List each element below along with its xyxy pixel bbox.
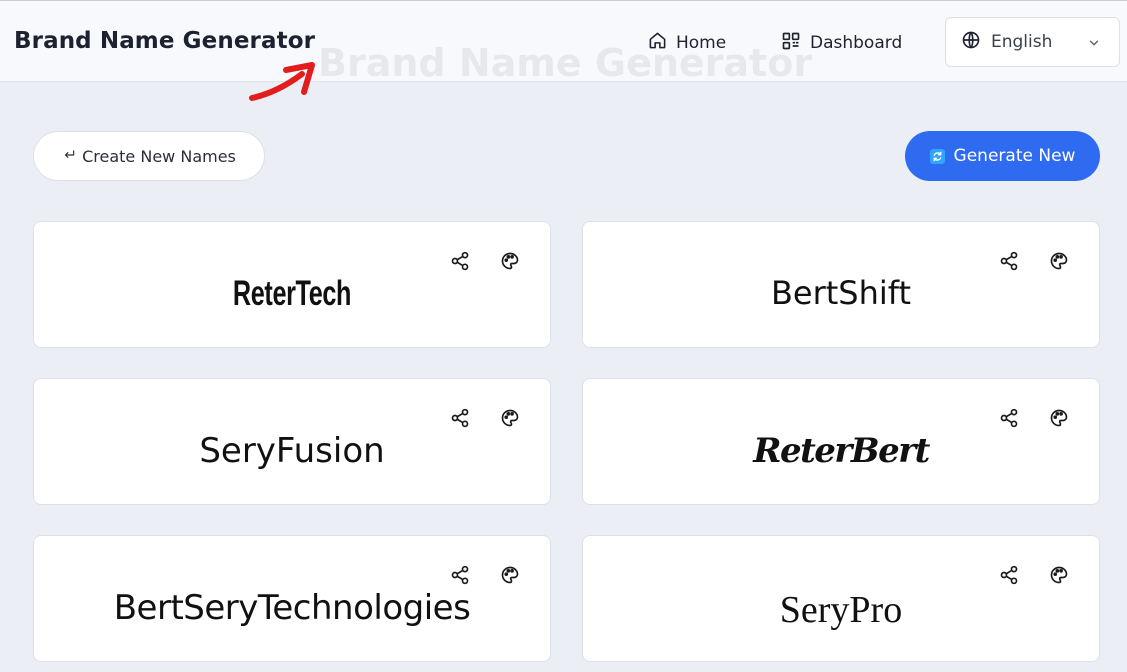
red-arrow-annotation xyxy=(246,58,318,113)
brand-name-text: SeryFusion xyxy=(199,431,385,471)
chevron-down-icon xyxy=(1087,35,1101,55)
dashboard-icon xyxy=(781,31,801,56)
brand-name-card[interactable]: SeryPro xyxy=(582,535,1100,662)
share-icon[interactable] xyxy=(450,565,470,590)
globe-icon xyxy=(961,30,981,55)
brand-name-card[interactable]: ReterBert xyxy=(582,378,1100,505)
nav-home-label: Home xyxy=(676,33,727,53)
brand-name-text: ReterBert xyxy=(753,431,930,471)
share-icon[interactable] xyxy=(450,251,470,276)
generate-new-label: Generate New xyxy=(953,146,1076,166)
brand-name-text: SeryPro xyxy=(779,589,903,631)
brand-name-card[interactable]: SeryFusion xyxy=(33,378,551,505)
create-new-names-button[interactable]: Create New Names xyxy=(33,131,265,181)
brand-name-card[interactable]: ReterTech xyxy=(33,221,551,348)
generate-new-button[interactable]: Generate New xyxy=(905,131,1100,181)
nav-dashboard-link[interactable]: Dashboard xyxy=(781,31,902,55)
top-navbar: Brand Name Generator Brand Name Generato… xyxy=(0,0,1127,85)
palette-icon[interactable] xyxy=(500,408,520,433)
nav-dashboard-label: Dashboard xyxy=(810,33,903,53)
language-select-value: English xyxy=(991,32,1053,52)
home-icon xyxy=(648,31,667,55)
return-icon xyxy=(62,147,76,166)
palette-icon[interactable] xyxy=(1049,408,1069,433)
brand-name-card[interactable]: BertShift xyxy=(582,221,1100,348)
brand-name-card[interactable]: BertSeryTechnologies xyxy=(33,535,551,662)
brand-name-text: ReterTech xyxy=(232,274,352,313)
nav-home-link[interactable]: Home xyxy=(648,31,726,55)
brand-name-text: BertSeryTechnologies xyxy=(113,588,471,628)
palette-icon[interactable] xyxy=(1049,565,1069,590)
share-icon[interactable] xyxy=(999,408,1019,433)
palette-icon[interactable] xyxy=(500,251,520,276)
share-icon[interactable] xyxy=(999,251,1019,276)
refresh-icon xyxy=(929,148,945,164)
share-icon[interactable] xyxy=(999,565,1019,590)
palette-icon[interactable] xyxy=(500,565,520,590)
app-title[interactable]: Brand Name Generator xyxy=(14,28,315,54)
brand-name-text: BertShift xyxy=(770,274,912,312)
share-icon[interactable] xyxy=(450,408,470,433)
palette-icon[interactable] xyxy=(1049,251,1069,276)
create-new-names-label: Create New Names xyxy=(82,146,236,166)
watermark-title: Brand Name Generator xyxy=(318,41,813,85)
language-select[interactable]: English xyxy=(945,17,1120,67)
